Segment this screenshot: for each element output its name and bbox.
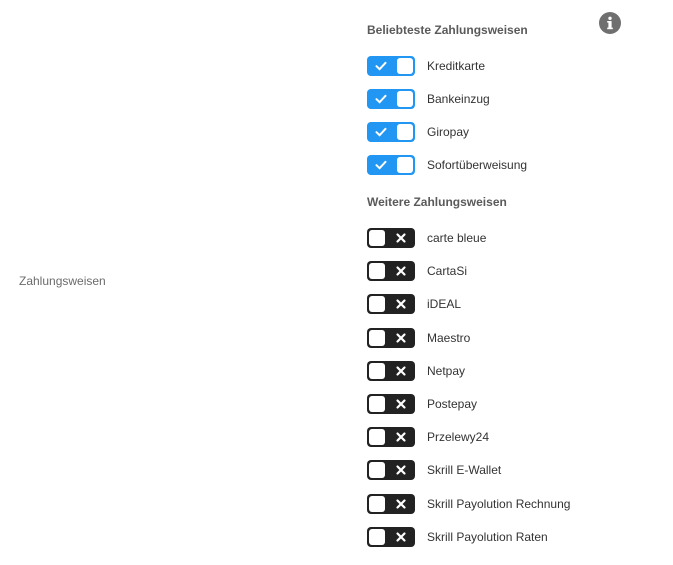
payment-method-label: Postepay [427, 397, 478, 411]
payment-toggle-switch[interactable] [367, 155, 415, 175]
payment-toggle-switch[interactable] [367, 261, 415, 282]
payment-toggle-row: Bankeinzug [367, 89, 490, 109]
toggle-knob [369, 528, 385, 545]
payment-toggle-row: Kreditkarte [367, 56, 485, 76]
payment-toggle-switch[interactable] [367, 327, 415, 348]
popular-section-heading: Beliebteste Zahlungsweisen [367, 23, 528, 37]
payment-method-label: Kreditkarte [427, 59, 486, 73]
toggle-knob [369, 396, 385, 412]
info-icon[interactable] [599, 12, 621, 34]
payment-method-label: Maestro [427, 330, 471, 345]
close-icon [396, 532, 406, 542]
payment-method-label: Giropay [427, 125, 470, 139]
close-icon [396, 498, 406, 509]
payment-toggle-switch[interactable] [367, 56, 415, 76]
payment-method-label: iDEAL [427, 297, 462, 312]
payment-toggle-switch[interactable] [367, 526, 415, 547]
payment-method-label: carte bleue [427, 231, 487, 245]
toggle-knob [397, 157, 413, 173]
payment-toggle-row: iDEAL [367, 294, 462, 315]
payment-toggle-switch[interactable] [367, 460, 415, 481]
payment-method-label: Skrill Payolution Rechnung [427, 496, 571, 511]
toggle-knob [369, 462, 385, 479]
payment-toggle-row: Maestro [367, 327, 471, 348]
payment-toggle-switch[interactable] [367, 427, 415, 448]
toggle-knob [369, 495, 385, 512]
toggle-knob [369, 263, 385, 280]
check-icon [375, 160, 387, 170]
toggle-knob [369, 296, 385, 313]
payment-toggle-switch[interactable] [367, 89, 415, 109]
payment-toggle-row: Sofortüberweisung [367, 155, 527, 175]
payment-toggle-row: carte bleue [367, 228, 486, 248]
toggle-knob [397, 124, 413, 140]
payment-toggle-switch[interactable] [367, 294, 415, 315]
payment-toggle-row: Skrill Payolution Raten [367, 526, 548, 547]
payment-method-label: Skrill Payolution Raten [427, 529, 548, 544]
payment-method-label: Przelewy24 [427, 430, 490, 445]
close-icon [396, 366, 406, 376]
payment-method-label: Sofortüberweisung [427, 158, 528, 172]
toggle-knob [369, 230, 385, 246]
payment-method-label: Netpay [427, 363, 466, 378]
toggle-knob [397, 91, 413, 107]
more-section-heading: Weitere Zahlungsweisen [367, 195, 507, 209]
payment-toggle-row: Giropay [367, 122, 469, 142]
payment-toggle-switch[interactable] [367, 493, 415, 514]
payment-toggle-row: Netpay [367, 360, 466, 381]
payment-methods-label: Zahlungsweisen [19, 274, 106, 288]
close-icon [396, 465, 406, 475]
payment-toggle-row: Przelewy24 [367, 427, 490, 448]
check-icon [375, 94, 387, 104]
payment-toggle-row: CartaSi [367, 261, 468, 282]
close-icon [396, 233, 406, 243]
payment-toggle-switch[interactable] [367, 228, 415, 248]
check-icon [375, 61, 387, 71]
payment-toggle-row: Postepay [367, 394, 477, 414]
close-icon [396, 266, 406, 276]
payment-toggle-row: Skrill Payolution Rechnung [367, 493, 571, 514]
toggle-knob [369, 362, 385, 379]
payment-toggle-switch[interactable] [367, 122, 415, 142]
close-icon [396, 432, 406, 442]
payment-method-label: CartaSi [427, 264, 468, 279]
payment-toggle-switch[interactable] [367, 394, 415, 414]
close-icon [396, 399, 406, 409]
payment-method-label: Bankeinzug [427, 92, 490, 106]
payment-method-label: Skrill E-Wallet [427, 463, 502, 478]
check-icon [375, 127, 387, 137]
toggle-knob [397, 58, 413, 74]
toggle-knob [369, 429, 385, 446]
close-icon [396, 299, 406, 309]
payment-toggle-row: Skrill E-Wallet [367, 460, 502, 481]
payment-toggle-switch[interactable] [367, 360, 415, 381]
toggle-knob [369, 329, 385, 346]
close-icon [396, 332, 406, 343]
